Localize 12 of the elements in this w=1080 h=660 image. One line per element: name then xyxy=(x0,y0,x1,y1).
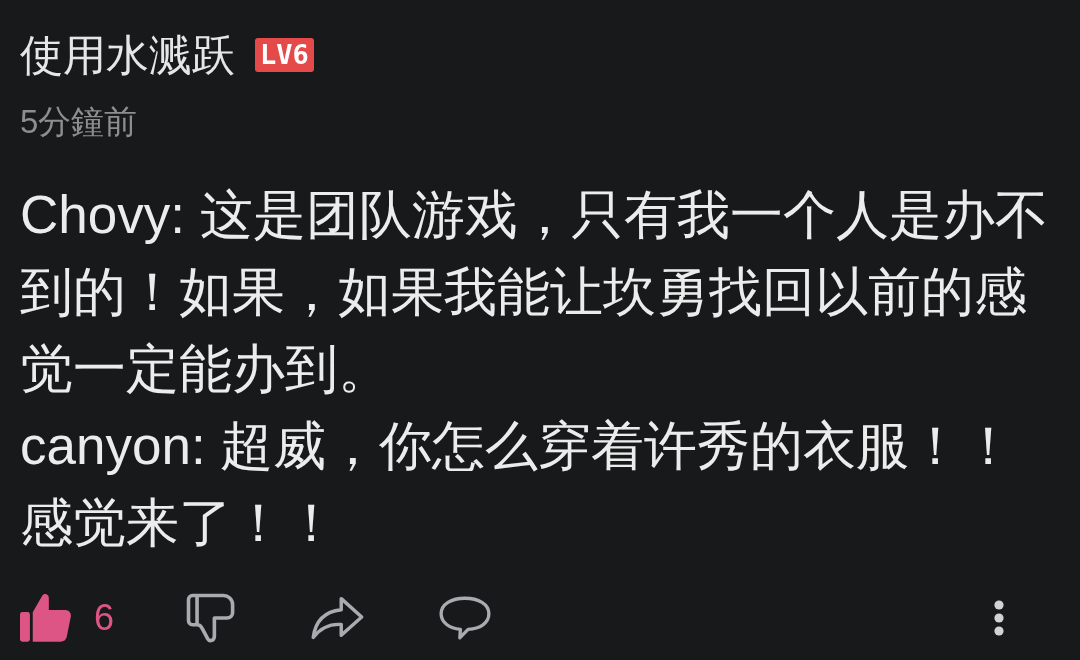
reply-button[interactable] xyxy=(438,594,493,642)
more-options-button[interactable] xyxy=(994,600,1004,636)
comment-text: Chovy: 这是团队游戏，只有我一个人是办不到的！如果，如果我能让坎勇找回以前的感觉一定能办到。 xyxy=(20,184,1049,400)
speech-bubble-icon xyxy=(438,594,493,642)
username[interactable]: 使用水溅跃 xyxy=(20,28,235,82)
level-badge: LV6 xyxy=(255,38,314,72)
comment-text: canyon: 超威，你怎么穿着许秀的衣服！！感觉来了！！ xyxy=(20,415,1017,554)
thumbs-up-icon xyxy=(20,592,72,644)
timestamp: 5分鐘前 xyxy=(20,102,138,142)
like-count: 6 xyxy=(94,596,115,640)
like-button[interactable]: 6 xyxy=(20,592,115,644)
more-options-icon xyxy=(994,600,1004,636)
